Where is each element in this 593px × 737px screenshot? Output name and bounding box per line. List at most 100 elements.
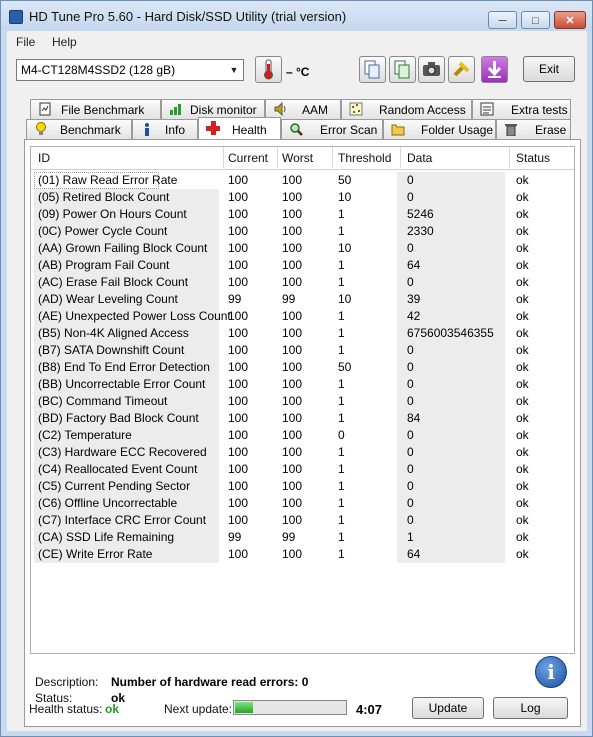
exit-button[interactable]: Exit <box>523 56 575 82</box>
trash-icon <box>505 124 517 136</box>
tab-benchmark[interactable]: Benchmark <box>26 119 132 139</box>
current-value: 100 <box>228 462 249 476</box>
current-value: 100 <box>228 326 249 340</box>
column-header-current[interactable]: Current <box>228 151 268 165</box>
tab-error-scan[interactable]: Error Scan <box>281 119 383 139</box>
column-header-threshold[interactable]: Threshold <box>338 151 391 165</box>
status-value: ok <box>516 343 529 357</box>
worst-value: 100 <box>282 411 303 425</box>
attribute-id: (AD) Wear Leveling Count <box>38 292 178 306</box>
table-row[interactable]: (AC) Erase Fail Block Count 100 100 1 0 ok <box>31 274 574 291</box>
status-value: ok <box>516 207 529 221</box>
table-row[interactable]: (0C) Power Cycle Count 100 100 1 2330 ok <box>31 223 574 240</box>
copy-text-button[interactable] <box>359 56 386 83</box>
table-row[interactable]: (C2) Temperature 100 100 0 0 ok <box>31 427 574 444</box>
magnifier-icon <box>290 123 303 136</box>
column-header-worst[interactable]: Worst <box>282 151 313 165</box>
status-value: ok <box>516 530 529 544</box>
table-row[interactable]: (CE) Write Error Rate 100 100 1 64 ok <box>31 546 574 563</box>
copy-data-button[interactable] <box>389 56 416 83</box>
status-value: ok <box>516 496 529 510</box>
update-button[interactable]: Update <box>412 697 484 719</box>
screenshot-button[interactable] <box>418 56 445 83</box>
table-row[interactable]: (C6) Offline Uncorrectable 100 100 1 0 ok <box>31 495 574 512</box>
attribute-id: (C4) Reallocated Event Count <box>38 462 198 476</box>
title-bar[interactable]: HD Tune Pro 5.60 - Hard Disk/SSD Utility… <box>1 1 592 31</box>
table-row[interactable]: (BC) Command Timeout 100 100 1 0 ok <box>31 393 574 410</box>
status-value: ok <box>516 241 529 255</box>
threshold-value: 1 <box>338 275 345 289</box>
disk-monitor-icon <box>170 104 181 115</box>
close-button[interactable]: ✕ <box>554 11 586 29</box>
table-row[interactable]: (05) Retired Block Count 100 100 10 0 ok <box>31 189 574 206</box>
menu-help[interactable]: Help <box>52 35 77 49</box>
smart-table: ID Current Worst Threshold Data Status (… <box>30 146 575 654</box>
table-row[interactable]: (AA) Grown Failing Block Count 100 100 10 0 o… <box>31 240 574 257</box>
tab-file-benchmark[interactable]: File Benchmark <box>30 99 161 119</box>
status-value: ok <box>516 428 529 442</box>
table-row[interactable]: (C3) Hardware ECC Recovered 100 100 1 0 ok <box>31 444 574 461</box>
health-status-label: Health status: <box>29 702 103 716</box>
column-header-data[interactable]: Data <box>407 151 432 165</box>
tab-erase[interactable]: Erase <box>496 119 571 139</box>
table-row[interactable]: (C5) Current Pending Sector 100 100 1 0 ok <box>31 478 574 495</box>
tab-folder-usage[interactable]: Folder Usage <box>383 119 496 139</box>
copy-green-icon <box>394 60 410 79</box>
tab-extra-tests[interactable]: Extra tests <box>472 99 571 119</box>
worst-value: 100 <box>282 309 303 323</box>
table-row[interactable]: (B8) End To End Error Detection 100 100 50 0… <box>31 359 574 376</box>
maximize-button[interactable]: □ <box>521 11 550 29</box>
threshold-value: 1 <box>338 530 345 544</box>
threshold-value: 1 <box>338 377 345 391</box>
raw-data: 0 <box>407 190 414 204</box>
table-row[interactable]: (AE) Unexpected Power Loss Count 100 100 1 4… <box>31 308 574 325</box>
tools-icon <box>453 61 470 77</box>
info-small-icon <box>145 123 149 136</box>
attribute-id: (AB) Program Fail Count <box>38 258 170 272</box>
column-header-id[interactable]: ID <box>38 151 50 165</box>
threshold-value: 1 <box>338 513 345 527</box>
current-value: 99 <box>228 530 242 544</box>
attribute-id: (C5) Current Pending Sector <box>38 479 191 493</box>
app-icon <box>9 10 23 24</box>
attribute-id: (AC) Erase Fail Block Count <box>38 275 189 289</box>
table-row[interactable]: (CA) SSD Life Remaining 99 99 1 1 ok <box>31 529 574 546</box>
worst-value: 100 <box>282 513 303 527</box>
raw-data: 0 <box>407 394 414 408</box>
tab-random-access[interactable]: Random Access <box>341 99 472 119</box>
table-row[interactable]: (AD) Wear Leveling Count 99 99 10 39 ok <box>31 291 574 308</box>
menu-file[interactable]: File <box>16 35 35 49</box>
raw-data: 0 <box>407 275 414 289</box>
temperature-button[interactable] <box>255 56 282 83</box>
drive-select[interactable]: M4-CT128M4SSD2 (128 gB) ▼ <box>16 59 244 81</box>
table-row[interactable]: (B7) SATA Downshift Count 100 100 1 0 ok <box>31 342 574 359</box>
worst-value: 99 <box>282 530 296 544</box>
table-row[interactable]: (C7) Interface CRC Error Count 100 100 1 0 ok <box>31 512 574 529</box>
table-row[interactable]: (BD) Factory Bad Block Count 100 100 1 84 ok <box>31 410 574 427</box>
save-button[interactable] <box>481 56 508 83</box>
tab-label: Health <box>232 123 267 137</box>
tab-aam[interactable]: AAM <box>265 99 341 119</box>
tab-info[interactable]: Info <box>132 119 198 139</box>
options-button[interactable] <box>448 56 475 83</box>
table-row[interactable]: (01) Raw Read Error Rate 100 100 50 0 ok <box>31 172 574 189</box>
threshold-value: 1 <box>338 479 345 493</box>
attribute-id: (B5) Non-4K Aligned Access <box>38 326 189 340</box>
table-row[interactable]: (AB) Program Fail Count 100 100 1 64 ok <box>31 257 574 274</box>
table-row[interactable]: (B5) Non-4K Aligned Access 100 100 1 6756003… <box>31 325 574 342</box>
tab-health[interactable]: Health <box>198 117 281 139</box>
log-button[interactable]: Log <box>493 697 568 719</box>
table-row[interactable]: (C4) Reallocated Event Count 100 100 1 0 ok <box>31 461 574 478</box>
info-icon[interactable]: i <box>535 656 567 688</box>
tab-label: Error Scan <box>320 123 378 137</box>
column-header-status[interactable]: Status <box>516 151 550 165</box>
attribute-id: (BC) Command Timeout <box>38 394 168 408</box>
raw-data: 0 <box>407 377 414 391</box>
table-row[interactable]: (09) Power On Hours Count 100 100 1 5246 ok <box>31 206 574 223</box>
minimize-button[interactable]: ─ <box>488 11 517 29</box>
threshold-value: 1 <box>338 411 345 425</box>
red-cross-icon <box>206 121 220 135</box>
tab-disk-monitor[interactable]: Disk monitor <box>161 99 265 119</box>
table-row[interactable]: (BB) Uncorrectable Error Count 100 100 1 0 ok <box>31 376 574 393</box>
current-value: 100 <box>228 224 249 238</box>
